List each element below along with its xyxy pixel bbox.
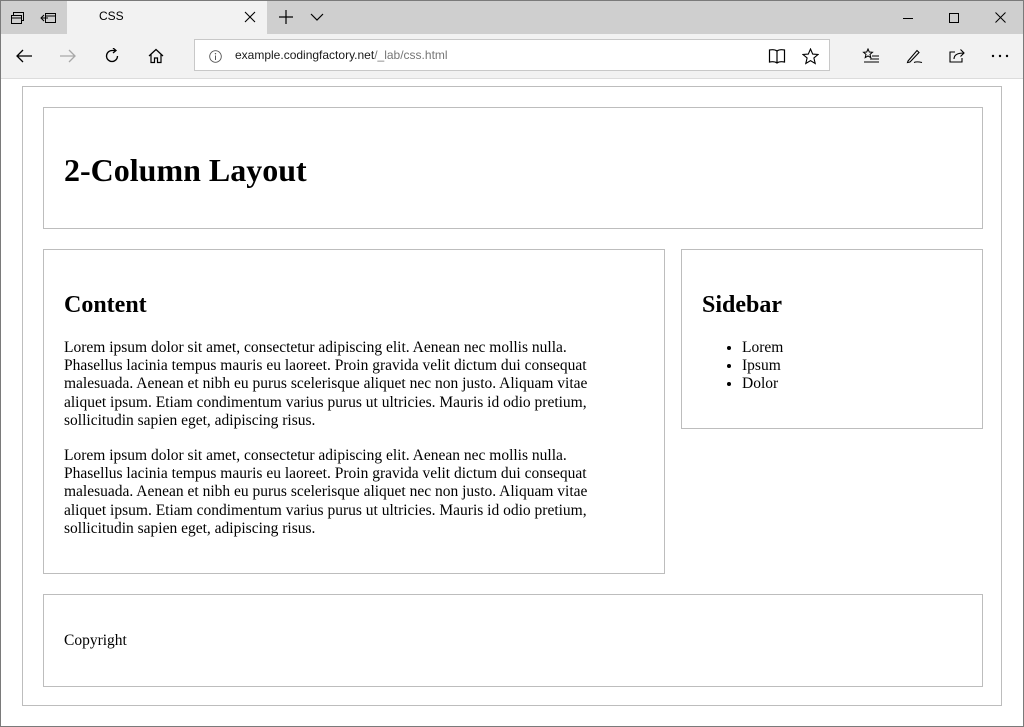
share-icon[interactable] [944,44,970,68]
navigation-bar: example.codingfactory.net/_lab/css.html [1,34,1023,79]
page-title: 2-Column Layout [64,152,307,188]
footer-copyright: Copyright [64,632,127,649]
favorites-list-icon[interactable] [858,44,884,68]
page-footer: Copyright [43,594,983,687]
book-icon[interactable] [767,46,787,66]
sidebar-list: Lorem Ipsum Dolor [702,339,783,394]
minimize-icon[interactable] [885,1,931,34]
tab-css[interactable]: CSS [67,1,267,34]
refresh-icon[interactable] [99,44,125,68]
url-host: example.codingfactory.net [235,48,375,62]
sidebar-heading: Sidebar [702,292,783,318]
close-icon[interactable] [977,1,1023,34]
browser-window: CSS example.codingfactory.net/_lab/css.h… [0,0,1024,727]
url-text[interactable]: example.codingfactory.net/_lab/css.html [235,48,448,62]
maximize-icon[interactable] [931,1,977,34]
pen-icon[interactable] [901,44,927,68]
sidebar-section: Sidebar Lorem Ipsum Dolor [681,249,983,429]
list-item: Dolor [742,375,783,393]
back-arrow-icon[interactable] [11,44,37,68]
url-path: /_lab/css.html [374,48,448,62]
page-container: 2-Column Layout Content Lorem ipsum dolo… [22,86,1002,706]
address-bar[interactable]: example.codingfactory.net/_lab/css.html [194,39,830,71]
plus-icon[interactable] [276,7,296,27]
info-icon[interactable] [207,48,223,64]
chevron-down-icon[interactable] [307,7,327,27]
list-item: Ipsum [742,357,783,375]
content-heading: Content [64,292,147,318]
more-icon[interactable] [987,44,1013,68]
restore-tabs-icon[interactable] [38,7,60,29]
content-paragraph: Lorem ipsum dolor sit amet, consectetur … [64,339,588,429]
tabs-aside-icon[interactable] [7,7,29,29]
page-header: 2-Column Layout [43,107,983,229]
tab-bar: CSS [1,1,1023,34]
home-icon[interactable] [143,44,169,68]
forward-arrow-icon[interactable] [55,44,81,68]
list-item: Lorem [742,339,783,357]
content-section: Content Lorem ipsum dolor sit amet, cons… [43,249,665,574]
star-icon[interactable] [800,46,820,66]
close-icon[interactable] [242,9,258,25]
page-viewport: 2-Column Layout Content Lorem ipsum dolo… [1,79,1023,726]
tab-title: CSS [99,9,124,23]
content-paragraph: Lorem ipsum dolor sit amet, consectetur … [64,447,588,537]
